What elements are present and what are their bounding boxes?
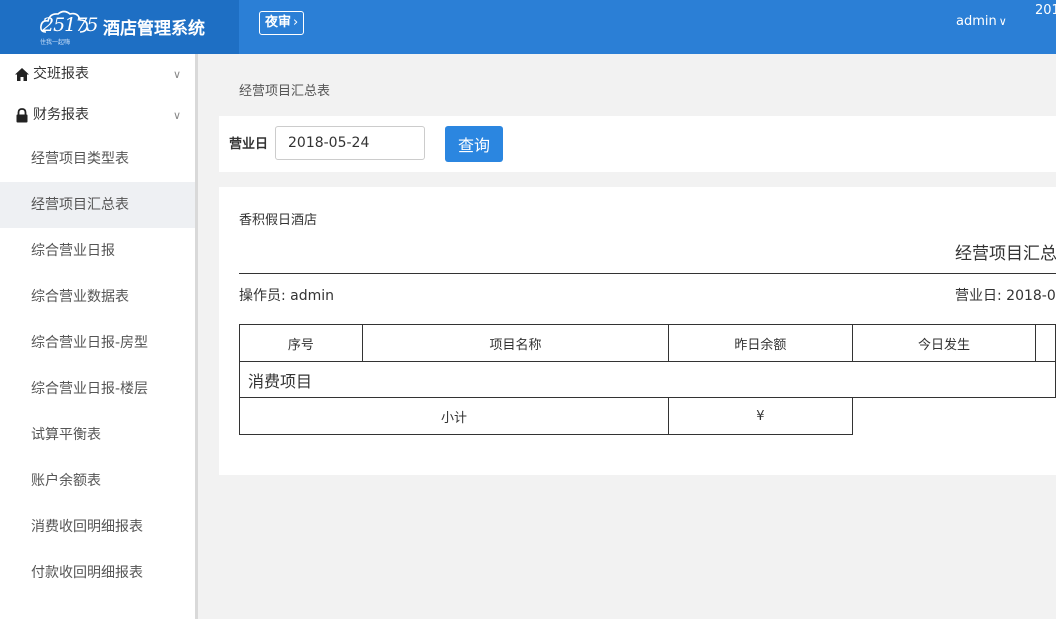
sidebar-group-finance-reports[interactable]: 财务报表 ∨: [0, 95, 195, 136]
sidebar-item-consumption-recovery[interactable]: 消费收回明细报表: [0, 504, 195, 550]
sidebar-item-trial-balance[interactable]: 试算平衡表: [0, 412, 195, 458]
report-table: 序号 项目名称 昨日余额 今日发生 消费项目 小计 ¥: [238, 324, 1056, 435]
sidebar-group-label: 财务报表: [33, 107, 89, 123]
chevron-down-icon: ∨: [172, 68, 181, 81]
user-menu[interactable]: admin ∨: [956, 14, 1007, 29]
sidebar-scrollbar[interactable]: [195, 54, 198, 619]
logo-slogan: 住我一起嗨: [40, 39, 71, 46]
chevron-down-icon: ∨: [998, 15, 1007, 28]
table-header-row: 序号 项目名称 昨日余额 今日发生: [239, 324, 1056, 362]
chevron-down-icon: ∨: [172, 109, 181, 122]
hotel-name: 香积假日酒店: [239, 213, 318, 228]
clock: 201: [1035, 3, 1056, 18]
home-icon: [14, 67, 30, 82]
logo: 25175 住我一起嗨: [38, 8, 98, 46]
business-date-input[interactable]: [275, 126, 425, 160]
column-header: 序号: [239, 324, 363, 362]
lock-icon: [14, 107, 30, 123]
section-label: 消费项目: [239, 361, 1056, 398]
report-panel: 香积假日酒店 经营项目汇总 操作员: admin 营业日: 2018-05 序号…: [219, 187, 1056, 475]
divider: [239, 273, 1056, 274]
column-header: 昨日余额: [668, 324, 853, 362]
sidebar-item-project-type[interactable]: 经营项目类型表: [0, 136, 195, 182]
column-header: [1035, 324, 1056, 362]
sidebar-item-daily-floor[interactable]: 综合营业日报-楼层: [0, 366, 195, 412]
subtotal-value: ¥: [668, 397, 853, 435]
sidebar-item-daily-report[interactable]: 综合营业日报: [0, 228, 195, 274]
logo-number: 25175: [42, 14, 98, 36]
sidebar-item-project-summary[interactable]: 经营项目汇总表: [0, 182, 195, 228]
subtotal-label: 小计: [238, 397, 670, 435]
business-date-label: 营业日: [229, 137, 269, 152]
sidebar-item-daily-room-type[interactable]: 综合营业日报-房型: [0, 320, 195, 366]
username: admin: [956, 14, 997, 29]
table-row: 小计 ¥: [238, 397, 1056, 435]
top-header: 25175 住我一起嗨 酒店管理系统 夜审 › admin ∨ 201: [0, 0, 1056, 54]
column-header: 项目名称: [361, 324, 670, 362]
column-header: 今日发生: [851, 324, 1037, 362]
operator-label: 操作员: admin: [239, 288, 335, 304]
chevron-right-icon: ›: [293, 15, 299, 30]
logo-area[interactable]: 25175 住我一起嗨 酒店管理系统: [0, 0, 239, 54]
app-title: 酒店管理系统: [103, 19, 205, 39]
search-bar: 营业日 查询: [219, 116, 1056, 172]
table-row: 消费项目: [239, 361, 1056, 398]
sidebar-group-shift-reports[interactable]: 交班报表 ∨: [0, 54, 195, 95]
night-audit-button[interactable]: 夜审 ›: [259, 11, 305, 35]
sidebar-item-business-data[interactable]: 综合营业数据表: [0, 274, 195, 320]
breadcrumb: 经营项目汇总表: [239, 84, 331, 99]
sidebar: 交班报表 ∨ 财务报表 ∨ 经营项目类型表 经营项目汇总表 综合营业日报 综合营…: [0, 54, 195, 619]
report-title: 经营项目汇总: [955, 244, 1056, 264]
business-date-display: 营业日: 2018-05: [955, 288, 1056, 304]
sidebar-item-account-balance[interactable]: 账户余额表: [0, 458, 195, 504]
sidebar-group-label: 交班报表: [33, 66, 89, 82]
night-audit-label: 夜审: [265, 15, 292, 30]
sidebar-item-payment-recovery[interactable]: 付款收回明细报表: [0, 550, 195, 596]
query-button[interactable]: 查询: [445, 126, 503, 162]
